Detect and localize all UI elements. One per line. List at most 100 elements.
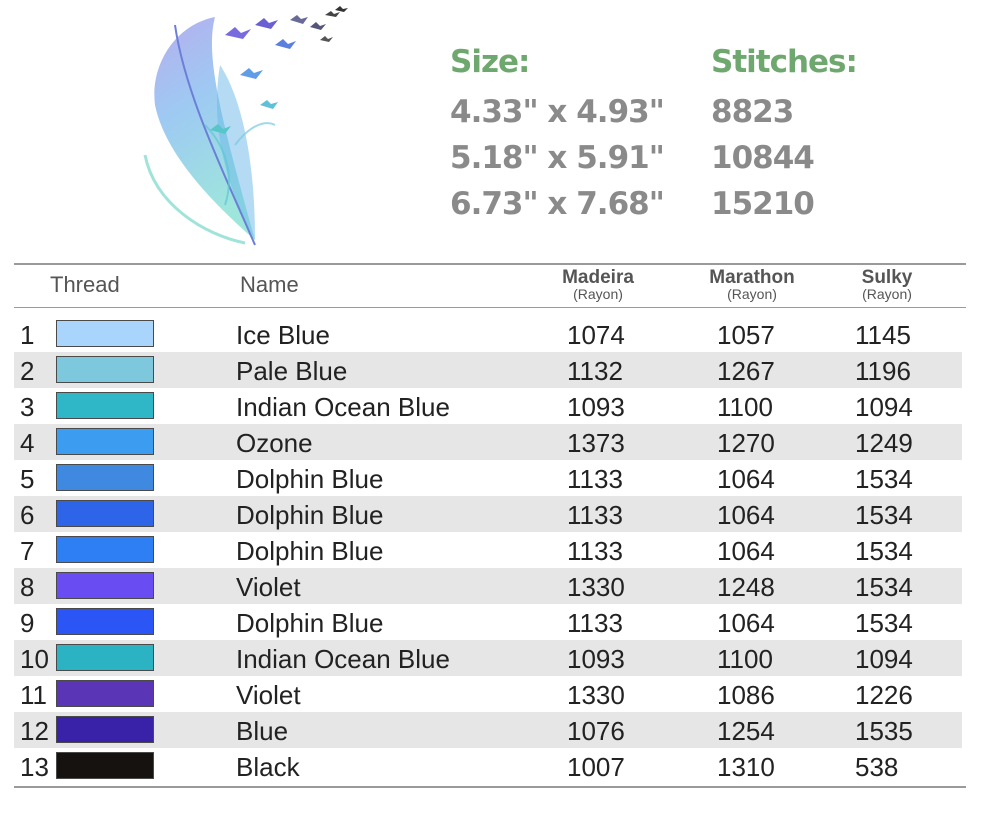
marathon-code: 1267 <box>717 356 775 386</box>
madeira-code: 1132 <box>567 356 623 386</box>
thread-name: Blue <box>236 716 289 746</box>
thread-name: Indian Ocean Blue <box>236 644 450 674</box>
madeira-code: 1330 <box>567 680 625 710</box>
row-number: 13 <box>20 752 49 782</box>
header-madeira-type: (Rayon) <box>573 286 623 302</box>
header-name: Name <box>240 272 299 297</box>
madeira-code: 1133 <box>567 536 623 566</box>
marathon-code: 1064 <box>717 500 775 530</box>
table-row: 2 Pale Blue 1132 1267 1196 <box>14 352 962 388</box>
sulky-code: 538 <box>855 752 899 782</box>
sulky-code: 1094 <box>855 644 913 674</box>
table-row: 5 Dolphin Blue 1133 1064 1534 <box>14 460 962 496</box>
sulky-code: 1196 <box>855 356 911 386</box>
size-value: 5.18" x 5.91" <box>450 140 665 176</box>
sulky-code: 1534 <box>855 500 913 530</box>
color-swatch <box>56 680 154 707</box>
header-madeira-label: Madeira <box>562 267 634 288</box>
madeira-code: 1133 <box>567 608 623 638</box>
table-row: 6 Dolphin Blue 1133 1064 1534 <box>14 496 962 532</box>
color-swatch <box>56 320 154 347</box>
color-swatch <box>56 356 154 383</box>
header-sulky-label: Sulky <box>861 267 913 288</box>
table-row: 4 Ozone 1373 1270 1249 <box>14 424 962 460</box>
row-number: 8 <box>20 572 35 602</box>
thread-name: Ice Blue <box>236 320 330 350</box>
table-row: 3 Indian Ocean Blue 1093 1100 1094 <box>14 388 962 424</box>
sulky-code: 1534 <box>855 464 913 494</box>
thread-name: Ozone <box>236 428 313 458</box>
madeira-code: 1007 <box>567 752 625 782</box>
sulky-code: 1145 <box>855 320 911 350</box>
stitch-count: 15210 <box>711 186 815 222</box>
table-row: 10 Indian Ocean Blue 1093 1100 1094 <box>14 640 962 676</box>
stitch-count: 10844 <box>711 140 815 176</box>
size-value: 6.73" x 7.68" <box>450 186 665 222</box>
color-swatch <box>56 464 154 491</box>
marathon-code: 1064 <box>717 608 775 638</box>
thread-name: Violet <box>236 572 301 602</box>
header-thread: Thread <box>50 272 120 297</box>
marathon-code: 1310 <box>717 752 775 782</box>
thread-name: Black <box>236 752 300 782</box>
row-number: 1 <box>20 320 35 350</box>
thread-name: Indian Ocean Blue <box>236 392 450 422</box>
color-swatch <box>56 752 154 779</box>
sulky-code: 1534 <box>855 536 913 566</box>
sulky-code: 1226 <box>855 680 913 710</box>
row-number: 2 <box>20 356 35 386</box>
color-swatch <box>56 428 154 455</box>
thread-name: Dolphin Blue <box>236 500 384 530</box>
marathon-code: 1100 <box>717 392 773 422</box>
color-swatch <box>56 392 154 419</box>
marathon-code: 1057 <box>717 320 775 350</box>
color-swatch <box>56 644 154 671</box>
header-sulky: Sulky (Rayon) <box>822 268 952 302</box>
header-marathon-label: Marathon <box>709 267 795 288</box>
table-row: 11 Violet 1330 1086 1226 <box>14 676 962 712</box>
thread-name: Pale Blue <box>236 356 348 386</box>
sulky-code: 1249 <box>855 428 913 458</box>
marathon-code: 1254 <box>717 716 775 746</box>
sulky-code: 1094 <box>855 392 913 422</box>
marathon-code: 1100 <box>717 644 773 674</box>
madeira-code: 1076 <box>567 716 625 746</box>
table-row: 7 Dolphin Blue 1133 1064 1534 <box>14 532 962 568</box>
color-swatch <box>56 500 154 527</box>
marathon-code: 1086 <box>717 680 775 710</box>
table-row: 8 Violet 1330 1248 1534 <box>14 568 962 604</box>
thread-name: Dolphin Blue <box>236 608 384 638</box>
feather-birds-illustration <box>143 6 348 246</box>
size-value: 4.33" x 4.93" <box>450 94 665 130</box>
marathon-code: 1064 <box>717 464 775 494</box>
table-bottom-rule <box>14 786 966 788</box>
madeira-code: 1074 <box>567 320 625 350</box>
row-number: 9 <box>20 608 35 638</box>
row-number: 5 <box>20 464 35 494</box>
madeira-code: 1133 <box>567 500 623 530</box>
table-body: 1 Ice Blue 1074 1057 1145 2 Pale Blue 1132 1267… <box>14 316 962 784</box>
madeira-code: 1330 <box>567 572 625 602</box>
table-top-rule <box>14 263 966 265</box>
row-number: 3 <box>20 392 35 422</box>
row-number: 11 <box>20 680 47 710</box>
marathon-code: 1248 <box>717 572 775 602</box>
table-row: 12 Blue 1076 1254 1535 <box>14 712 962 748</box>
madeira-code: 1133 <box>567 464 623 494</box>
row-number: 4 <box>20 428 35 458</box>
thread-name: Dolphin Blue <box>236 536 384 566</box>
row-number: 6 <box>20 500 35 530</box>
size-label: Size: <box>450 44 530 80</box>
color-swatch <box>56 536 154 563</box>
sulky-code: 1535 <box>855 716 913 746</box>
sulky-code: 1534 <box>855 608 913 638</box>
table-row: 1 Ice Blue 1074 1057 1145 <box>14 316 962 352</box>
table-row: 9 Dolphin Blue 1133 1064 1534 <box>14 604 962 640</box>
color-swatch <box>56 716 154 743</box>
row-number: 12 <box>20 716 49 746</box>
row-number: 7 <box>20 536 35 566</box>
table-row: 13 Black 1007 1310 538 <box>14 748 962 784</box>
madeira-code: 1093 <box>567 644 625 674</box>
madeira-code: 1373 <box>567 428 625 458</box>
header-madeira: Madeira (Rayon) <box>533 268 663 302</box>
